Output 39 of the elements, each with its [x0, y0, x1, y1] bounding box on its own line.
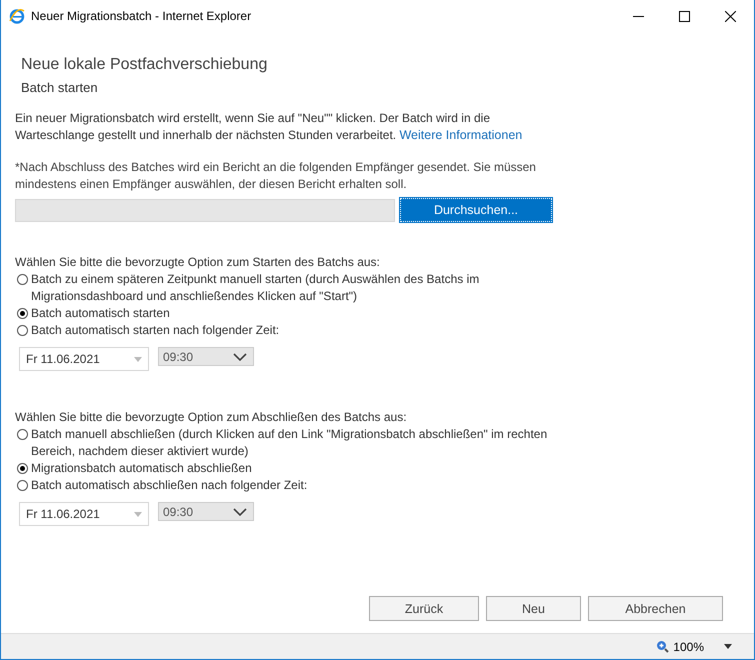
caret-icon — [134, 512, 142, 516]
page-subheading: Batch starten — [20, 80, 99, 95]
dropdown-arrow-icon[interactable] — [724, 644, 732, 649]
radio-button[interactable] — [17, 429, 28, 440]
browse-button[interactable]: Durchsuchen... — [400, 198, 552, 222]
time-dropdown[interactable]: 09:30 — [158, 347, 254, 366]
close-icon[interactable] — [725, 10, 736, 22]
browser-logo-icon — [9, 8, 25, 24]
zoom-level[interactable]: 100% — [673, 640, 704, 654]
time-dropdown[interactable]: 09:30 — [158, 502, 254, 521]
dialog-button[interactable]: Zurück — [369, 596, 479, 621]
zoom-icon[interactable] — [656, 640, 670, 653]
maximize-icon[interactable] — [679, 10, 690, 22]
option-prompt: Wählen Sie bitte die bevorzugte Option zum Abschließen des Batchs aus: — [15, 409, 408, 426]
date-dropdown[interactable]: Fr 11.06.2021 — [19, 347, 149, 371]
radio-button[interactable] — [17, 463, 28, 474]
window-title: Neuer Migrationsbatch - Internet Explorer — [31, 9, 252, 23]
option-label: Batch automatisch abschließen nach folgender Zeit: — [31, 477, 308, 494]
option-label: Batch zu einem späteren Zeitpunkt manuell starten (durch Auswählen des Batchs im Migrationsdashboard und anschließendes Klicken auf "Start") — [31, 271, 480, 305]
option-label: Batch automatisch starten — [31, 305, 170, 322]
radio-button[interactable] — [17, 308, 28, 319]
dialog-button[interactable]: Abbrechen — [588, 596, 723, 621]
dialog-button[interactable]: Neu — [486, 596, 581, 621]
radio-button[interactable] — [17, 480, 28, 491]
intro-text: Ein neuer Migrationsbatch wird erstellt, wenn Sie auf "Neu"" klicken. Der Batch wird in die Warteschlange gestellt und innerhalb der nächsten Stunden verarbeitet. Weitere Informationen — [15, 110, 524, 144]
date-dropdown[interactable]: Fr 11.06.2021 — [19, 502, 149, 526]
chevron-down-icon — [233, 508, 247, 516]
recipient-note: *Nach Abschluss des Batches wird ein Bericht an die folgenden Empfänger gesendet. Sie müssen mindestens einen Empfänger auswählen, der diesen Bericht erhalten soll. — [15, 159, 537, 193]
option-label: Batch automatisch starten nach folgender Zeit: — [31, 322, 280, 339]
recipients-field[interactable] — [15, 199, 395, 222]
page-heading: Neue lokale Postfachverschiebung — [20, 56, 268, 74]
chevron-down-icon — [233, 352, 247, 360]
radio-button[interactable] — [17, 274, 28, 285]
radio-button[interactable] — [17, 325, 28, 336]
more-info-link[interactable]: Weitere Informationen — [399, 128, 522, 142]
option-prompt: Wählen Sie bitte die bevorzugte Option zum Starten des Batchs aus: — [15, 254, 381, 271]
caret-icon — [134, 356, 142, 362]
option-label: Migrationsbatch automatisch abschließen — [31, 460, 252, 477]
option-label: Batch manuell abschließen (durch Klicken auf den Link "Migrationsbatch abschließen" im rechten Bereich, nachdem dieser aktiviert wurde) — [31, 426, 548, 460]
